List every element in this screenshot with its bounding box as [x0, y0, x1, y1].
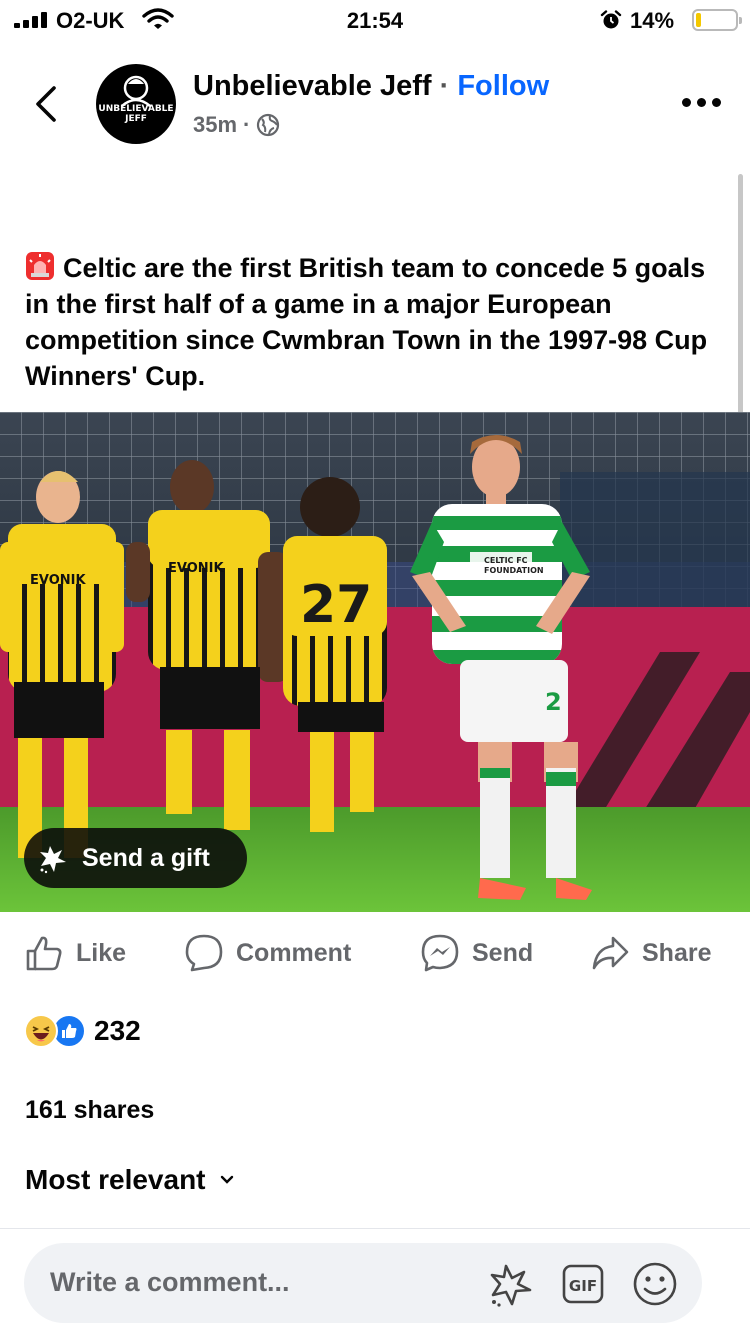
globe-icon — [257, 113, 280, 137]
author-avatar[interactable]: UNBELIEVABLE JEFF — [96, 64, 176, 144]
scrollbar[interactable] — [738, 174, 743, 414]
send-action[interactable]: Send — [420, 930, 533, 976]
share-action[interactable]: Share — [590, 930, 711, 976]
send-label: Send — [472, 938, 534, 967]
comment-composer: Write a comment... GIF — [0, 1228, 750, 1334]
comment-sort-dropdown[interactable]: Most relevant — [25, 1164, 234, 1196]
comment-placeholder: Write a comment... — [50, 1267, 290, 1297]
sponsor-text-middle: EVONIK — [168, 561, 224, 576]
emoji-smiley-icon[interactable] — [630, 1260, 680, 1308]
messenger-icon — [421, 934, 459, 972]
avatar-sticker-icon[interactable] — [486, 1260, 536, 1308]
rotating-light-emoji-icon — [26, 252, 54, 280]
share-label: Share — [642, 938, 712, 967]
follow-button[interactable]: Follow — [457, 70, 549, 102]
celtic-sponsor-line1: CELTIC FC — [484, 556, 528, 565]
gif-icon[interactable]: GIF — [558, 1260, 608, 1308]
author-name[interactable]: Unbelievable Jeff — [193, 70, 432, 102]
celtic-sponsor-line2: FOUNDATION — [484, 566, 544, 575]
gift-sparkle-icon — [40, 846, 66, 874]
author-line: Unbelievable Jeff · Follow — [193, 70, 549, 103]
post-text-container: Celtic are the first British team to con… — [25, 250, 725, 394]
post-body-text: Celtic are the first British team to con… — [25, 253, 708, 391]
comment-label: Comment — [236, 938, 352, 967]
separator: · — [439, 70, 450, 102]
more-options-icon[interactable] — [682, 98, 722, 108]
player-number-text: 27 — [300, 575, 372, 635]
shorts-number-text: 2 — [545, 688, 562, 716]
battery-percent: 14% — [630, 8, 675, 33]
post-meta: 35m · — [193, 112, 280, 138]
svg-text:GIF: GIF — [569, 1277, 597, 1295]
post-timestamp[interactable]: 35m — [193, 112, 237, 138]
alarm-icon — [600, 10, 622, 29]
haha-reaction-icon — [24, 1014, 58, 1048]
status-bar: O2-UK 21:54 14% — [0, 0, 750, 40]
battery-icon — [692, 9, 742, 31]
share-count[interactable]: 161 shares — [25, 1096, 154, 1125]
send-gift-button[interactable]: Send a gift — [24, 828, 247, 888]
reaction-count: 232 — [94, 1015, 141, 1046]
like-action[interactable]: Like — [24, 930, 126, 976]
avatar-text: UNBELIEVABLE JEFF — [98, 104, 174, 124]
chevron-down-icon — [220, 1175, 233, 1184]
share-arrow-icon — [592, 936, 629, 970]
comment-bubble-icon — [185, 934, 223, 972]
meta-separator: · — [243, 112, 251, 137]
comment-input[interactable]: Write a comment... GIF — [24, 1243, 702, 1323]
send-gift-label: Send a gift — [82, 843, 210, 872]
comment-sort-label: Most relevant — [25, 1164, 206, 1195]
thumbs-up-icon — [26, 936, 62, 971]
comment-action[interactable]: Comment — [184, 930, 351, 976]
battery-level-fill — [696, 13, 701, 27]
sponsor-text-left: EVONIK — [30, 573, 86, 588]
like-label: Like — [76, 938, 127, 967]
reaction-summary[interactable]: 232 — [24, 1014, 141, 1048]
back-arrow-icon[interactable] — [30, 82, 62, 126]
